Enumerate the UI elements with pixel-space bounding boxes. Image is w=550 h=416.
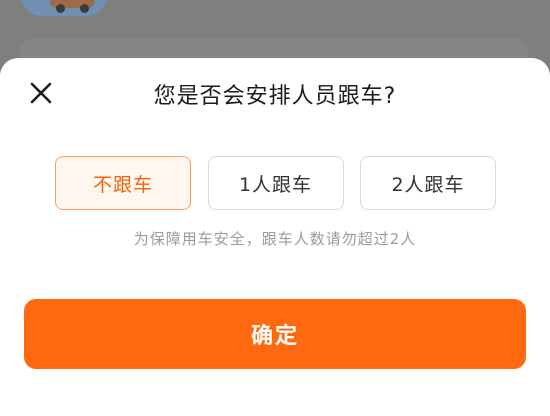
safety-hint: 为保障用车安全，跟车人数请勿超过2人 [133, 230, 417, 248]
option-no-escort[interactable]: 不跟车 [55, 156, 191, 210]
dialog-title: 您是否会安排人员跟车? [153, 84, 397, 109]
escort-dialog: 您是否会安排人员跟车? 不跟车 1人跟车 2人跟车 为保障用车安全，跟车人数请勿… [0, 58, 550, 416]
confirm-button[interactable]: 确定 [24, 299, 526, 369]
option-one-escort[interactable]: 1人跟车 [207, 156, 344, 210]
option-two-escort[interactable]: 2人跟车 [360, 156, 496, 210]
escort-options: 不跟车 1人跟车 2人跟车 [55, 156, 496, 210]
vehicle-image [20, 0, 108, 16]
